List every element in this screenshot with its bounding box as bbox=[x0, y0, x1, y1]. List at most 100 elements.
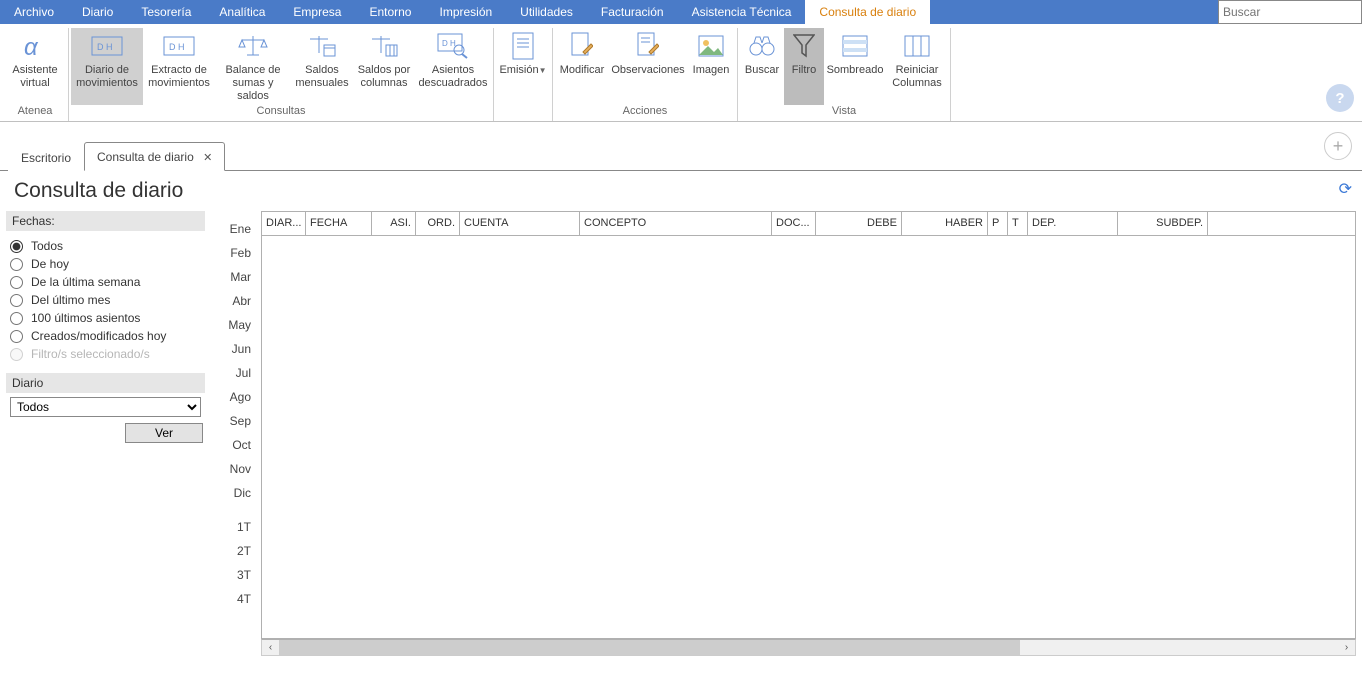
fecha-option-filtro: Filtro/s seleccionado/s bbox=[10, 345, 201, 363]
fechas-options: Todos De hoy De la última semana Del últ… bbox=[6, 231, 205, 373]
col-t[interactable]: T bbox=[1008, 212, 1028, 235]
radio-hoy[interactable] bbox=[10, 258, 23, 271]
radio-todos[interactable] bbox=[10, 240, 23, 253]
col-cuenta[interactable]: CUENTA bbox=[460, 212, 580, 235]
tab-escritorio[interactable]: Escritorio bbox=[8, 143, 84, 171]
ribbon-group-label: Acciones bbox=[623, 105, 668, 119]
svg-text:α: α bbox=[24, 34, 39, 61]
ribbon-group-label: Consultas bbox=[257, 105, 306, 119]
reiniciar-columnas-button[interactable]: Reiniciar Columnas bbox=[886, 28, 948, 105]
data-grid[interactable]: DIAR...FECHAASI.ORD.CUENTACONCEPTODOC...… bbox=[261, 211, 1356, 639]
col-haber[interactable]: HABER bbox=[902, 212, 988, 235]
svg-text:D H: D H bbox=[169, 42, 185, 52]
col-debe[interactable]: DEBE bbox=[816, 212, 902, 235]
diario-select[interactable]: Todos bbox=[10, 397, 201, 417]
refresh-icon[interactable]: ⟳ bbox=[1339, 179, 1352, 199]
radio-100[interactable] bbox=[10, 312, 23, 325]
menu-consulta-diario[interactable]: Consulta de diario bbox=[805, 0, 930, 24]
month-Ene[interactable]: Ene bbox=[205, 217, 261, 241]
emision-button[interactable]: Emisión▼ bbox=[496, 28, 550, 105]
diario-movimientos-button[interactable]: D H Diario de movimientos bbox=[71, 28, 143, 105]
month-4T[interactable]: 4T bbox=[205, 587, 261, 611]
menu-facturacion[interactable]: Facturación bbox=[587, 0, 678, 24]
col-concepto[interactable]: CONCEPTO bbox=[580, 212, 772, 235]
ribbon-group-atenea: α Asistente virtual Atenea bbox=[2, 28, 69, 121]
menu-empresa[interactable]: Empresa bbox=[279, 0, 355, 24]
fecha-option-mes[interactable]: Del último mes bbox=[10, 291, 201, 309]
help-button[interactable]: ? bbox=[1326, 84, 1354, 112]
scroll-right-arrow[interactable]: › bbox=[1338, 642, 1355, 653]
menu-entorno[interactable]: Entorno bbox=[355, 0, 425, 24]
close-icon[interactable]: ✕ bbox=[203, 152, 212, 164]
asistente-virtual-button[interactable]: α Asistente virtual bbox=[4, 28, 66, 105]
scroll-thumb[interactable] bbox=[279, 640, 1020, 655]
month-Mar[interactable]: Mar bbox=[205, 265, 261, 289]
menu-asistencia[interactable]: Asistencia Técnica bbox=[678, 0, 806, 24]
search-wrap bbox=[1218, 0, 1362, 24]
menu-utilidades[interactable]: Utilidades bbox=[506, 0, 587, 24]
scroll-track[interactable] bbox=[279, 640, 1338, 655]
sombreado-button[interactable]: Sombreado bbox=[824, 28, 886, 105]
buscar-button[interactable]: Buscar bbox=[740, 28, 784, 105]
radio-creados[interactable] bbox=[10, 330, 23, 343]
modificar-button[interactable]: Modificar bbox=[555, 28, 609, 105]
month-Feb[interactable]: Feb bbox=[205, 241, 261, 265]
filtro-button[interactable]: Filtro bbox=[784, 28, 824, 105]
month-Sep[interactable]: Sep bbox=[205, 409, 261, 433]
col-doc[interactable]: DOC... bbox=[772, 212, 816, 235]
menu-analitica[interactable]: Analítica bbox=[205, 0, 279, 24]
ribbon: α Asistente virtual Atenea D H Diario de… bbox=[0, 24, 1362, 122]
month-3T[interactable]: 3T bbox=[205, 563, 261, 587]
col-dep[interactable]: DEP. bbox=[1028, 212, 1118, 235]
balance-sumas-button[interactable]: Balance de sumas y saldos bbox=[215, 28, 291, 105]
col-diar[interactable]: DIAR... bbox=[262, 212, 306, 235]
tab-label: Consulta de diario bbox=[97, 150, 194, 164]
add-tab-button[interactable]: + bbox=[1324, 132, 1352, 160]
grid-wrap: ⟳ DIAR...FECHAASI.ORD.CUENTACONCEPTODOC.… bbox=[261, 211, 1362, 656]
ver-button[interactable]: Ver bbox=[125, 423, 203, 443]
month-2T[interactable]: 2T bbox=[205, 539, 261, 563]
doc-down-icon bbox=[507, 30, 539, 62]
chevron-down-icon: ▼ bbox=[539, 64, 547, 77]
menu-archivo[interactable]: Archivo bbox=[0, 0, 68, 24]
col-subdep[interactable]: SUBDEP. bbox=[1118, 212, 1208, 235]
col-fecha[interactable]: FECHA bbox=[306, 212, 372, 235]
month-Nov[interactable]: Nov bbox=[205, 457, 261, 481]
fecha-option-hoy[interactable]: De hoy bbox=[10, 255, 201, 273]
menu-diario[interactable]: Diario bbox=[68, 0, 127, 24]
month-1T[interactable]: 1T bbox=[205, 515, 261, 539]
imagen-button[interactable]: Imagen bbox=[687, 28, 735, 105]
asientos-descuadrados-button[interactable]: D H Asientos descuadrados bbox=[415, 28, 491, 105]
month-Oct[interactable]: Oct bbox=[205, 433, 261, 457]
fecha-option-todos[interactable]: Todos bbox=[10, 237, 201, 255]
col-ord[interactable]: ORD. bbox=[416, 212, 460, 235]
scroll-left-arrow[interactable]: ‹ bbox=[262, 642, 279, 653]
saldos-mensuales-button[interactable]: Saldos mensuales bbox=[291, 28, 353, 105]
col-p[interactable]: P bbox=[988, 212, 1008, 235]
observaciones-button[interactable]: Observaciones bbox=[609, 28, 687, 105]
tab-consulta-diario[interactable]: Consulta de diario ✕ bbox=[84, 142, 225, 171]
fechas-header: Fechas: bbox=[6, 211, 205, 231]
ribbon-group-consultas: D H Diario de movimientos D H Extracto d… bbox=[69, 28, 494, 121]
col-asi[interactable]: ASI. bbox=[372, 212, 416, 235]
menu-impresion[interactable]: Impresión bbox=[425, 0, 506, 24]
month-May[interactable]: May bbox=[205, 313, 261, 337]
filter-panel: Fechas: Todos De hoy De la última semana… bbox=[0, 211, 205, 656]
month-Jul[interactable]: Jul bbox=[205, 361, 261, 385]
fecha-option-creados[interactable]: Creados/modificados hoy bbox=[10, 327, 201, 345]
month-Abr[interactable]: Abr bbox=[205, 289, 261, 313]
search-input[interactable] bbox=[1223, 5, 1357, 19]
radio-semana[interactable] bbox=[10, 276, 23, 289]
radio-mes[interactable] bbox=[10, 294, 23, 307]
saldos-columnas-button[interactable]: Saldos por columnas bbox=[353, 28, 415, 105]
fecha-option-100[interactable]: 100 últimos asientos bbox=[10, 309, 201, 327]
menu-tesoreria[interactable]: Tesorería bbox=[127, 0, 205, 24]
month-Dic[interactable]: Dic bbox=[205, 481, 261, 505]
horizontal-scrollbar[interactable]: ‹ › bbox=[261, 639, 1356, 656]
extracto-movimientos-button[interactable]: D H Extracto de movimientos bbox=[143, 28, 215, 105]
month-Jun[interactable]: Jun bbox=[205, 337, 261, 361]
month-Ago[interactable]: Ago bbox=[205, 385, 261, 409]
month-gap bbox=[205, 505, 261, 515]
fecha-option-semana[interactable]: De la última semana bbox=[10, 273, 201, 291]
alpha-icon: α bbox=[19, 30, 51, 62]
